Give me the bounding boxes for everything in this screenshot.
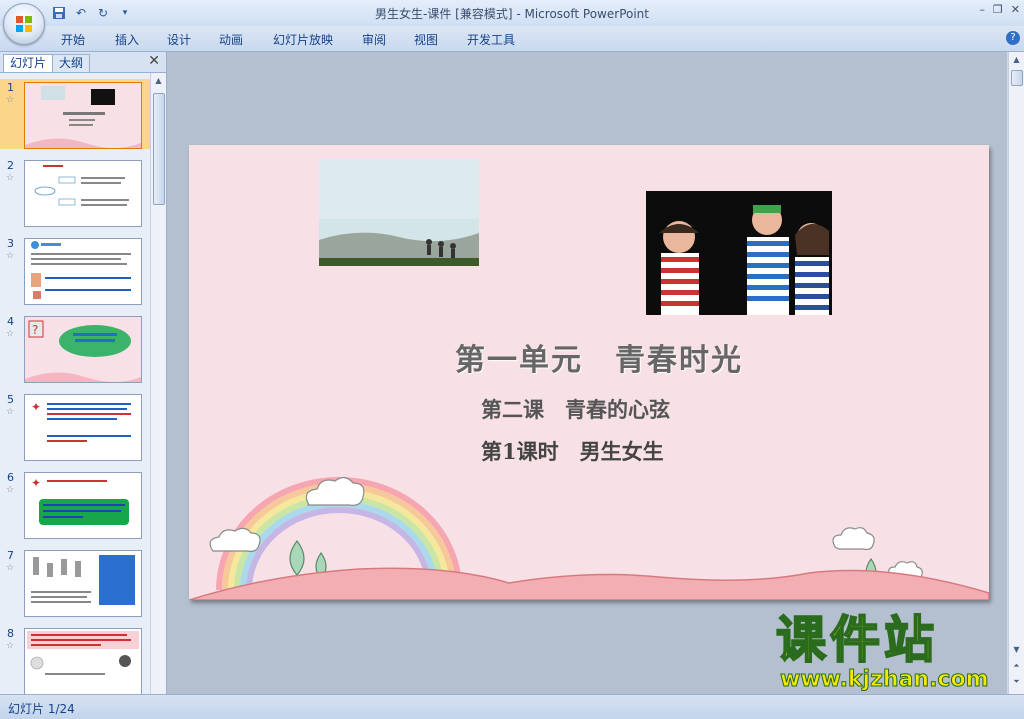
animation-star-icon: ☆ (6, 95, 15, 105)
slide-thumbnail-4[interactable]: 4 ☆ ? (0, 313, 150, 383)
scroll-thumb[interactable] (153, 93, 165, 205)
animation-star-icon: ☆ (6, 251, 15, 261)
window-title: 男生女生-课件 [兼容模式] - Microsoft PowerPoint (375, 7, 649, 21)
watermark-logo: 课件站 www.kjzhan.com (770, 611, 1010, 696)
ribbon-tabs: 开始 插入 设计 动画 幻灯片放映 审阅 视图 开发工具 ? (0, 26, 1024, 52)
tab-design[interactable]: 设计 (167, 31, 191, 48)
slide-lesson[interactable]: 第二课 青春的心弦 (481, 394, 670, 424)
tab-developer[interactable]: 开发工具 (467, 31, 515, 48)
animation-star-icon: ☆ (6, 407, 15, 417)
thumbnail-preview (24, 628, 142, 694)
office-button[interactable] (3, 3, 45, 45)
tab-home[interactable]: 开始 (61, 31, 85, 48)
tab-review[interactable]: 审阅 (362, 31, 386, 48)
thumbnail-preview (24, 160, 142, 227)
scroll-down-icon[interactable]: ▼ (1009, 642, 1024, 657)
tab-slide-show[interactable]: 幻灯片放映 (273, 31, 333, 48)
watermark-url: www.kjzhan.com (780, 667, 990, 692)
slide-thumbnail-6[interactable]: 6 ☆ ✦ (0, 469, 150, 539)
next-slide-icon[interactable]: ⏷ (1009, 674, 1024, 689)
close-icon[interactable]: ✕ (1011, 3, 1020, 16)
slide-number: 1 (7, 81, 14, 94)
scroll-up-icon[interactable]: ▲ (1009, 52, 1024, 67)
thumbnail-list: 1 ☆ 2 ☆ 3 ☆ 4 ☆ ? 5 ☆ ✦ 6 ☆ ✦ 7 ☆ 8 ☆ (0, 73, 150, 694)
tab-insert[interactable]: 插入 (115, 31, 139, 48)
slide-number: 3 (7, 237, 14, 250)
tab-slides[interactable]: 幻灯片 (3, 54, 54, 72)
scroll-up-icon[interactable]: ▲ (151, 73, 166, 88)
animation-star-icon: ☆ (6, 563, 15, 573)
slide-number: 4 (7, 315, 14, 328)
slides-pane: 幻灯片 大纲 ✕ 1 ☆ 2 ☆ 3 ☆ 4 ☆ ? 5 ☆ ✦ 6 ☆ ✦ 7… (0, 52, 167, 694)
slide-thumbnail-7[interactable]: 7 ☆ (0, 547, 150, 617)
status-bar: 幻灯片 1/24 (0, 694, 1024, 719)
thumbnail-preview: ? (24, 316, 142, 383)
animation-star-icon: ☆ (6, 329, 15, 339)
slide-title[interactable]: 第一单元 青春时光 (455, 335, 743, 379)
pane-tabs: 幻灯片 大纲 ✕ (0, 52, 166, 73)
thumbnail-preview (24, 550, 142, 617)
slide-editor: 第一单元 青春时光 第二课 青春的心弦 第1课时 男生女生 (167, 52, 1007, 694)
slide-number: 7 (7, 549, 14, 562)
editor-scrollbar[interactable]: ▲ ▼ ⏶ ⏷ (1008, 52, 1024, 694)
landscape-photo (319, 159, 479, 266)
animation-star-icon: ☆ (6, 641, 15, 651)
thumbnail-preview: ✦ (24, 394, 142, 461)
svg-text:?: ? (32, 323, 38, 337)
slide-thumbnail-8[interactable]: 8 ☆ (0, 625, 150, 694)
svg-text:✦: ✦ (31, 476, 41, 490)
office-logo-icon (16, 16, 32, 32)
previous-slide-icon[interactable]: ⏶ (1009, 658, 1024, 673)
window-controls: – ❐ ✕ (979, 3, 1020, 16)
animation-star-icon: ☆ (6, 173, 15, 183)
animation-star-icon: ☆ (6, 485, 15, 495)
slide-thumbnail-3[interactable]: 3 ☆ (0, 235, 150, 305)
slide-thumbnail-1[interactable]: 1 ☆ (0, 79, 150, 149)
tab-animations[interactable]: 动画 (219, 31, 243, 48)
title-bar: ↶ ↻ ▾ 男生女生-课件 [兼容模式] - Microsoft PowerPo… (0, 0, 1024, 45)
minimize-icon[interactable]: – (979, 3, 985, 16)
slide-thumbnail-5[interactable]: 5 ☆ ✦ (0, 391, 150, 461)
watermark-brand: 课件站 (775, 611, 938, 669)
slide-period[interactable]: 第1课时 男生女生 (481, 436, 664, 466)
slide-number: 2 (7, 159, 14, 172)
thumbnail-preview: ✦ (24, 472, 142, 539)
tab-view[interactable]: 视图 (414, 31, 438, 48)
kids-photo (646, 191, 832, 315)
help-icon[interactable]: ? (1006, 31, 1020, 45)
slide-counter: 幻灯片 1/24 (8, 702, 75, 716)
slide-number: 6 (7, 471, 14, 484)
close-pane-icon[interactable]: ✕ (148, 53, 160, 69)
slide-thumbnail-2[interactable]: 2 ☆ (0, 157, 150, 227)
slide-number: 8 (7, 627, 14, 640)
slide-number: 5 (7, 393, 14, 406)
thumbnail-scrollbar[interactable]: ▲ (150, 73, 166, 694)
thumbnail-preview (24, 82, 142, 149)
scroll-thumb[interactable] (1011, 70, 1023, 86)
current-slide[interactable]: 第一单元 青春时光 第二课 青春的心弦 第1课时 男生女生 (189, 145, 989, 600)
tab-outline[interactable]: 大纲 (52, 54, 91, 72)
svg-text:✦: ✦ (31, 400, 41, 414)
restore-icon[interactable]: ❐ (993, 3, 1003, 16)
thumbnail-preview (24, 238, 142, 305)
